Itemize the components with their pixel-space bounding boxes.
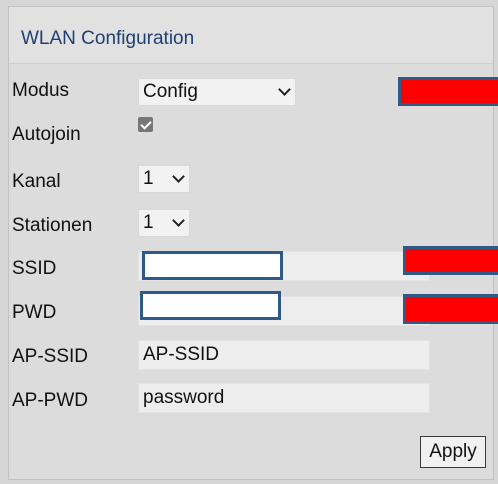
- ap-ssid-input[interactable]: AP-SSID: [138, 340, 430, 370]
- apply-button[interactable]: Apply: [420, 436, 486, 468]
- ap-ssid-label: AP-SSID: [12, 346, 89, 367]
- ap-pwd-input[interactable]: password: [138, 383, 430, 413]
- chevron-down-icon: [172, 213, 185, 227]
- modus-value: Config: [143, 81, 198, 102]
- panel-header: WLAN Configuration: [9, 7, 493, 64]
- stationen-label: Stationen: [12, 215, 93, 236]
- autojoin-checkbox[interactable]: [138, 117, 153, 132]
- modus-select[interactable]: Config: [138, 78, 296, 106]
- kanal-label: Kanal: [12, 171, 61, 192]
- redaction-bar-ssid: [403, 246, 498, 275]
- chevron-down-icon: [172, 169, 185, 183]
- kanal-value: 1: [143, 168, 154, 189]
- pwd-label: PWD: [12, 302, 57, 323]
- redaction-box-ssid: [142, 251, 283, 280]
- ap-pwd-label: AP-PWD: [12, 390, 88, 411]
- panel-title: WLAN Configuration: [21, 28, 195, 49]
- kanal-select[interactable]: 1: [138, 165, 190, 193]
- chevron-down-icon: [278, 82, 291, 96]
- autojoin-label: Autojoin: [12, 124, 81, 145]
- redaction-bar-modus: [398, 77, 498, 106]
- redaction-bar-pwd: [403, 294, 498, 324]
- redaction-box-pwd: [140, 291, 281, 320]
- modus-label: Modus: [12, 80, 70, 101]
- checkmark-icon: [139, 117, 152, 130]
- ssid-label: SSID: [12, 258, 57, 279]
- stationen-select[interactable]: 1: [138, 209, 190, 237]
- stationen-value: 1: [143, 212, 154, 233]
